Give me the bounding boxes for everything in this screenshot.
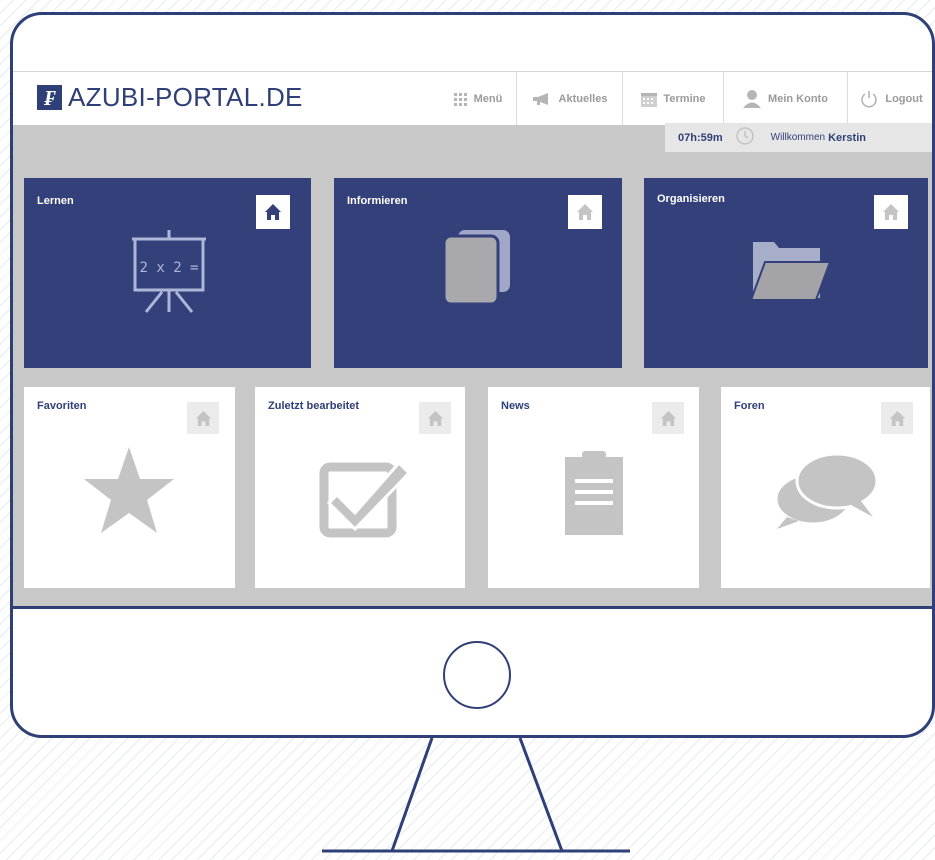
monitor-stand (322, 737, 630, 853)
